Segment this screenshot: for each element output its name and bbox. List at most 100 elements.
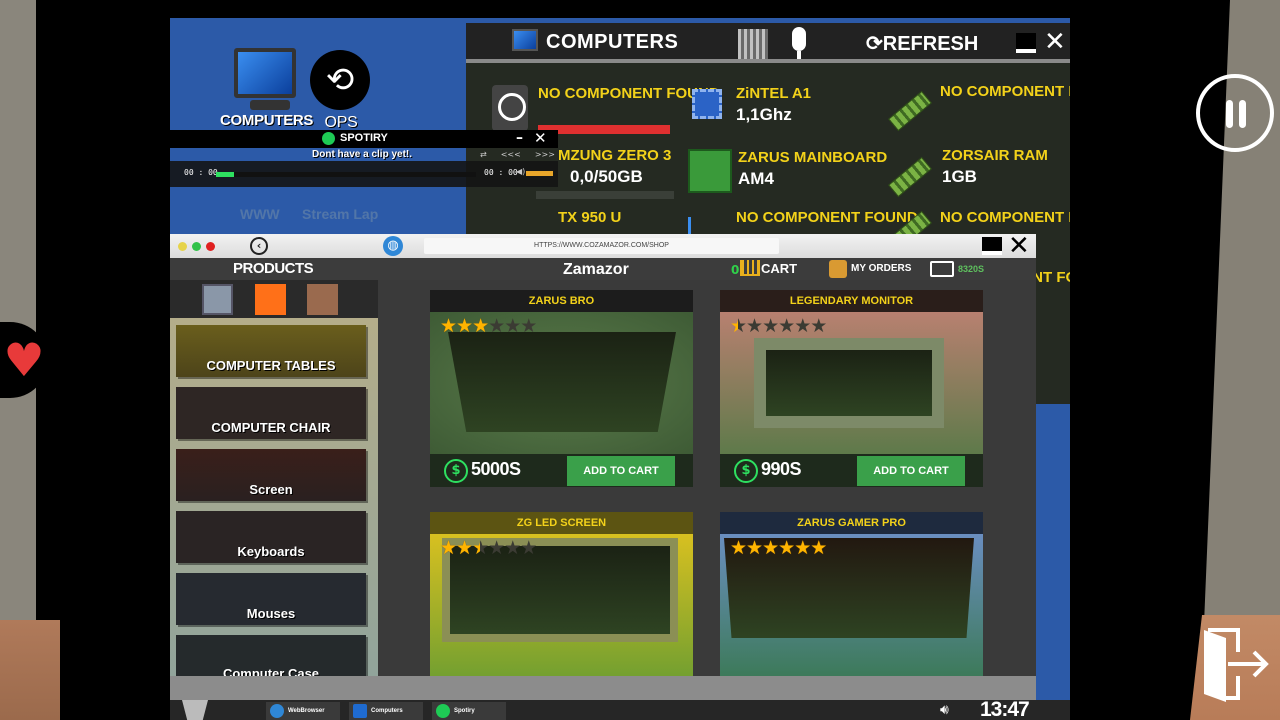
volume-icon[interactable]: 🔊︎ [940,702,949,718]
product-image: ★★★★★★ [720,534,983,676]
room-floor-left [0,620,60,720]
clothing-tab[interactable] [307,284,338,315]
window-dot-yellow[interactable] [178,242,187,251]
close-button[interactable]: ✕ [534,129,547,147]
component-name: NO COMPONENT FOUND [1032,269,1070,286]
heart-pulse-icon: ♥ [3,333,45,387]
desktop-icon-computers[interactable]: COMPUTERS [220,46,313,129]
component-name: NO COMPONENT FOUND [940,209,1070,226]
microphone-icon[interactable] [792,27,806,51]
category-mouses[interactable]: Mouses [176,573,366,625]
shuffle-button[interactable]: ⇄ [480,150,487,159]
shop-name: Zamazor [563,261,629,278]
refresh-icon: ⟳ [866,33,883,55]
component-slot[interactable]: NO COMPONENT FOUND [1032,269,1070,299]
taskbar: WebBrowser Computers Spotiry 🔊︎ 13:47 [170,698,1070,720]
refresh-label: REFRESH [882,33,979,55]
spotiry-message: Dont have a clip yet!. [312,149,413,160]
category-computer-chair[interactable]: COMPUTER CHAIR [176,387,366,439]
taskbar-item-label: Spotiry [454,708,475,714]
component-name: ZORSAIR RAM [942,147,1048,164]
close-button[interactable]: ✕ [1008,231,1030,261]
add-to-cart-button[interactable]: ADD TO CART [857,456,965,486]
start-button[interactable] [182,700,208,720]
desktop-icon-label[interactable]: Stream Lap [302,206,378,222]
health-indicator: ♥ [0,322,48,398]
product-footer: $ 5000S ADD TO CART [430,454,693,487]
category-computer-tables[interactable]: COMPUTER TABLES [176,325,366,377]
star-icon: ★ [520,537,537,559]
component-slot[interactable]: MZUNG ZERO 3 0,0/50GB [536,147,696,199]
rating-stars: ★★★★★★ [440,537,537,559]
spotiry-controls: ⇄ <<< >>> [480,150,555,159]
category-label: COMPUTER CHAIR [211,420,331,435]
volume-slider[interactable] [526,171,553,176]
exit-button[interactable] [1198,626,1272,706]
product-image: ★★★★★★ [430,534,693,676]
progress-slider[interactable] [216,172,476,177]
product-card[interactable]: ZARUS BRO ★★★★★★ $ 5000S ADD TO CART [430,290,693,487]
ram-icon [888,156,932,198]
dollar-coin-icon: $ [444,459,468,483]
window-dot-red[interactable] [206,242,215,251]
taskbar-item-webbrowser[interactable]: WebBrowser [266,702,340,720]
product-card[interactable]: LEGENDARY MONITOR ★★★★★★ $ 990S ADD TO C… [720,290,983,487]
refresh-button[interactable]: ⟳REFRESH [866,31,978,56]
category-computer-case[interactable]: Computer Case [176,635,366,677]
my-orders-button[interactable]: MY ORDERS [851,263,911,274]
component-slot[interactable]: ZiNTEL A1 1,1Ghz [688,85,868,135]
spotiry-title: SPOTIRY [340,132,388,144]
taskbar-item-computers[interactable]: Computers [349,702,423,720]
add-to-cart-button[interactable]: ADD TO CART [567,456,675,486]
close-button[interactable]: ✕ [1044,27,1066,57]
star-icon: ★ [472,315,489,337]
shop-navbar: PRODUCTS Zamazor 0 CART MY ORDERS 8320S [170,258,1036,280]
rating-stars: ★★★★★★ [440,315,537,337]
star-icon: ★ [488,537,505,559]
product-card[interactable]: ZARUS GAMER PRO ★★★★★★ [720,512,983,676]
minimize-button[interactable] [1016,33,1036,53]
category-screen[interactable]: Screen [176,449,366,501]
star-icon: ★ [810,537,827,559]
computer-monitor-icon [353,704,367,718]
component-slot[interactable]: ZORSAIR RAM 1GB [888,147,1068,198]
cart-button[interactable]: CART [761,261,797,276]
cart-icon[interactable] [740,260,760,276]
desktop-icon-ops[interactable]: ⟲ OPS [306,48,376,132]
minimize-button[interactable] [982,237,1002,255]
window-dot-green[interactable] [192,242,201,251]
remaining-time: 00 : 00 [484,168,518,177]
back-button[interactable]: ‹ [250,237,268,255]
product-image: ★★★★★★ [720,312,983,454]
product-footer: $ 990S ADD TO CART [720,454,983,487]
next-button[interactable]: >>> [535,150,555,159]
pause-button[interactable] [1196,74,1274,152]
globe-icon: ◍ [383,236,403,256]
star-icon: ★ [778,315,795,337]
previous-button[interactable]: <<< [501,150,521,159]
product-name: ZG LED SCREEN [430,512,693,534]
category-keyboards[interactable]: Keyboards [176,511,366,563]
computer-parts-tab[interactable] [202,284,233,315]
url-bar[interactable]: HTTPS://WWW.COZAMAZOR.COM/SHOP [424,238,779,254]
mainboard-icon [688,149,732,193]
minimize-button[interactable]: – [516,130,523,146]
taskbar-item-spotiry[interactable]: Spotiry [432,702,506,720]
component-name: MZUNG ZERO 3 [558,147,672,164]
furniture-tab[interactable] [255,284,286,315]
package-icon[interactable] [829,260,847,278]
mainboard-icon[interactable] [738,29,768,59]
product-price: 5000S [471,459,521,479]
component-slot[interactable]: ZARUS MAINBOARD AM4 [688,149,888,199]
product-card[interactable]: ZG LED SCREEN ★★★★★★ [430,512,693,676]
game-view: COMPUTERS ⟲ OPS WWW Stream Lap COMPUTERS… [0,0,1280,720]
spotiry-titlebar[interactable]: SPOTIRY – ✕ [170,129,558,148]
browser-scrollbar[interactable] [170,676,1036,700]
component-slot[interactable]: NO COMPONENT FOUND [888,83,1070,133]
component-name: ZARUS MAINBOARD [738,149,888,166]
desktop-icon-label[interactable]: WWW [240,206,280,222]
spotiry-logo-icon [322,132,335,145]
ram-icon [888,90,932,132]
volume-icon: ◀) [516,167,526,176]
component-name: NO COMPONENT FOUND [940,83,1070,100]
